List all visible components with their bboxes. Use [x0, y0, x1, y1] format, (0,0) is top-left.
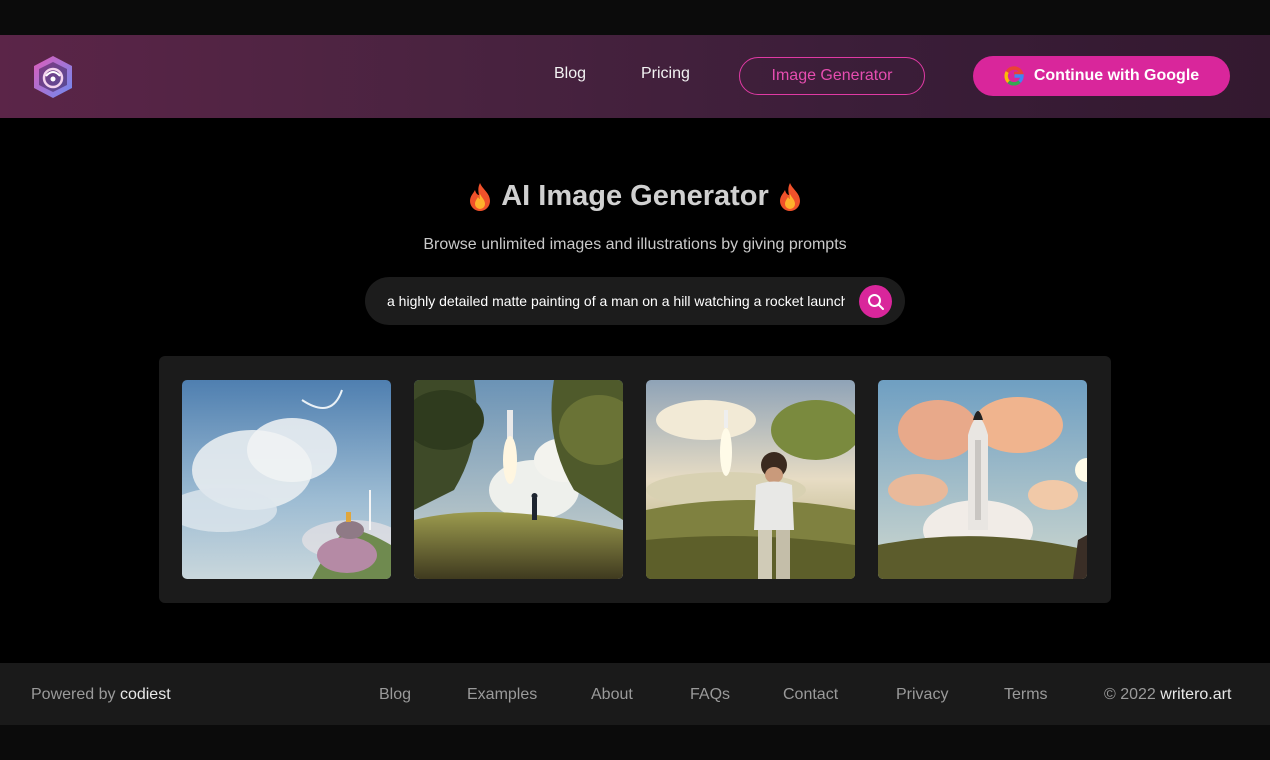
- fire-icon: [779, 182, 800, 211]
- continue-with-google-button[interactable]: Continue with Google: [973, 56, 1230, 96]
- powered-by-label: Powered by: [31, 686, 116, 703]
- search-icon: [867, 293, 884, 310]
- site-footer: Powered by codiest Blog Examples About F…: [0, 663, 1270, 725]
- page-subtitle: Browse unlimited images and illustration…: [423, 236, 847, 253]
- image-gallery: [159, 356, 1111, 603]
- main-content: AI Image Generator Browse unlimited imag…: [0, 118, 1270, 663]
- fire-icon: [470, 182, 491, 211]
- app-logo-icon[interactable]: [30, 54, 76, 100]
- google-icon: [1004, 66, 1024, 86]
- nav-pricing-link[interactable]: Pricing: [641, 65, 690, 83]
- google-button-label: Continue with Google: [1033, 67, 1200, 84]
- copyright: © 2022 writero.art: [1104, 686, 1231, 704]
- generated-image[interactable]: [878, 380, 1087, 579]
- nav-blog-link[interactable]: Blog: [554, 65, 586, 83]
- site-header: Blog Pricing Image Generator Continue wi…: [0, 35, 1270, 118]
- generated-image[interactable]: [182, 380, 391, 579]
- search-bar: [365, 277, 905, 325]
- footer-link-contact[interactable]: Contact: [783, 686, 838, 704]
- bottom-spacer: [0, 725, 1270, 760]
- hero-title-row: AI Image Generator: [0, 180, 1270, 213]
- powered-by-brand-link[interactable]: codiest: [120, 686, 171, 703]
- prompt-search-input[interactable]: [387, 290, 845, 312]
- footer-link-terms[interactable]: Terms: [1004, 686, 1048, 704]
- footer-link-about[interactable]: About: [591, 686, 633, 704]
- top-spacer: [0, 0, 1270, 35]
- copyright-brand-link[interactable]: writero.art: [1160, 686, 1231, 703]
- search-button[interactable]: [859, 285, 892, 318]
- footer-link-privacy[interactable]: Privacy: [896, 686, 948, 704]
- footer-link-examples[interactable]: Examples: [467, 686, 537, 704]
- generated-image[interactable]: [414, 380, 623, 579]
- powered-by: Powered by codiest: [31, 686, 171, 704]
- copyright-label: © 2022: [1104, 686, 1156, 703]
- generated-image[interactable]: [646, 380, 855, 579]
- image-generator-button[interactable]: Image Generator: [739, 57, 925, 95]
- footer-link-blog[interactable]: Blog: [379, 686, 411, 704]
- page-title: AI Image Generator: [501, 180, 769, 212]
- footer-link-faqs[interactable]: FAQs: [690, 686, 730, 704]
